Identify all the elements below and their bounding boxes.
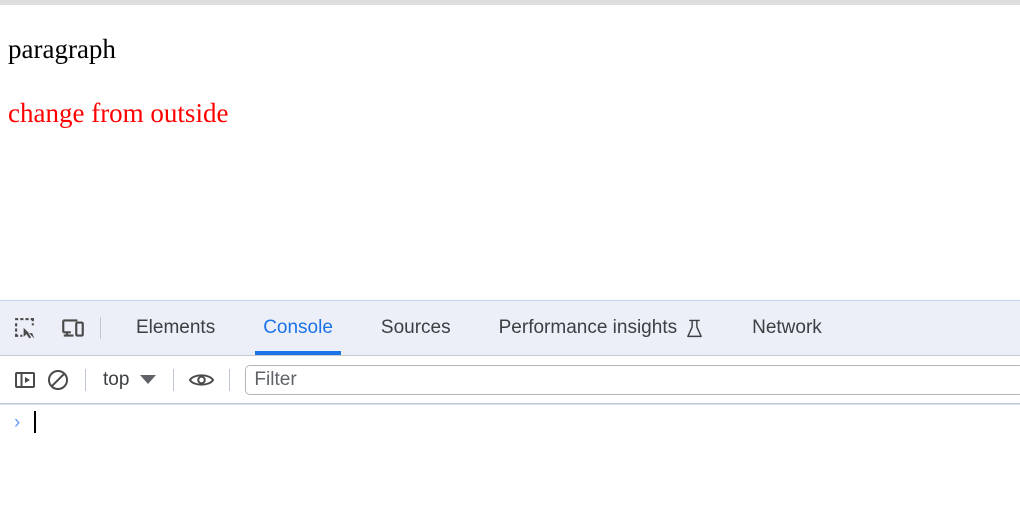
tab-network[interactable]: Network — [728, 301, 846, 355]
console-sidebar-toggle-icon[interactable] — [8, 363, 41, 396]
console-toolbar: top — [0, 356, 1020, 404]
flask-icon — [685, 318, 704, 339]
console-output-area[interactable]: › — [0, 404, 1020, 528]
device-toolbar-icon[interactable] — [56, 312, 89, 345]
devtools-tabbar: Elements Console Sources Performance ins… — [0, 301, 1020, 356]
tab-console[interactable]: Console — [239, 301, 357, 355]
devtools-panel: Elements Console Sources Performance ins… — [0, 300, 1020, 528]
tabbar-divider — [100, 317, 101, 339]
inspect-element-icon[interactable] — [9, 312, 42, 345]
tab-performance-insights[interactable]: Performance insights — [475, 301, 728, 355]
console-context-value: top — [103, 368, 130, 390]
console-toolbar-divider-2 — [173, 368, 175, 391]
clear-console-icon[interactable] — [41, 363, 74, 396]
tab-console-label: Console — [263, 317, 333, 338]
chevron-down-icon — [140, 375, 157, 384]
console-toolbar-divider-1 — [85, 368, 86, 391]
console-filter-input[interactable] — [245, 364, 1020, 395]
devtools-tool-icons — [0, 301, 89, 355]
tab-elements[interactable]: Elements — [112, 301, 239, 355]
console-context-selector[interactable]: top — [97, 366, 162, 394]
page-red-text: change from outside — [8, 98, 229, 129]
devtools-tab-list: Elements Console Sources Performance ins… — [112, 301, 1020, 355]
console-prompt-row[interactable]: › — [0, 405, 1020, 439]
console-text-caret — [34, 411, 37, 433]
page-viewport: paragraph change from outside — [0, 5, 1020, 300]
eye-icon[interactable] — [185, 363, 218, 396]
tab-sources-label: Sources — [380, 317, 451, 338]
tab-performance-insights-label: Performance insights — [498, 317, 678, 338]
page-paragraph-text: paragraph — [8, 34, 116, 64]
tab-elements-label: Elements — [136, 317, 216, 338]
tab-network-label: Network — [752, 317, 822, 338]
console-prompt-chevron-icon: › — [14, 411, 21, 433]
console-toolbar-divider-3 — [229, 368, 231, 391]
tab-sources[interactable]: Sources — [357, 301, 475, 355]
browser-window: paragraph change from outside Elements C… — [0, 0, 1020, 528]
